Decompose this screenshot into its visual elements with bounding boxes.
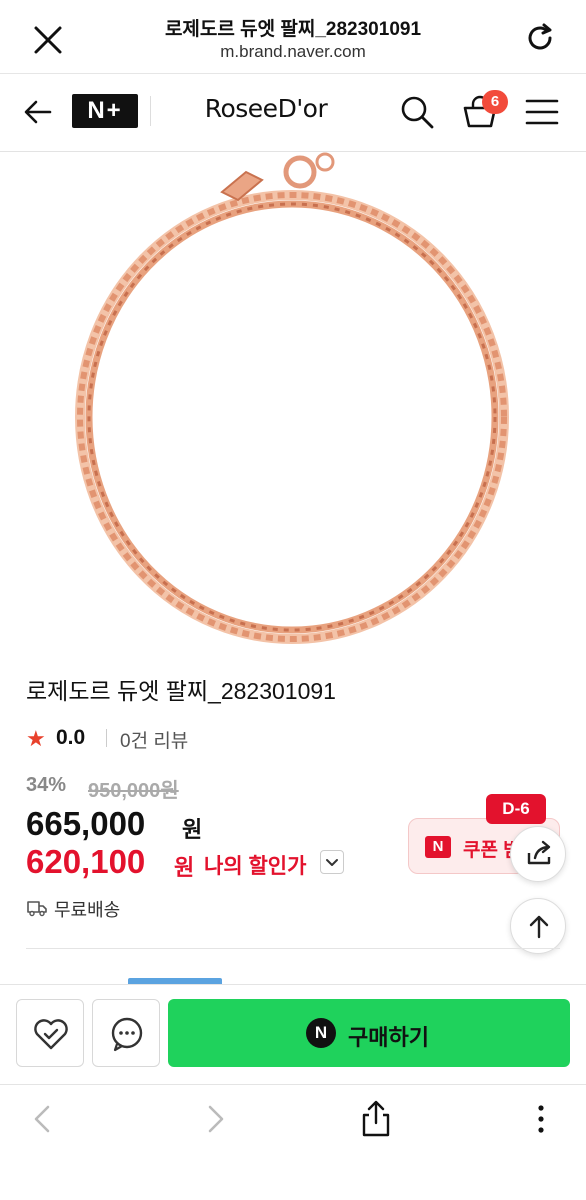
search-icon[interactable] [398, 93, 436, 131]
brand-logo[interactable]: RoseeD'or [196, 94, 336, 123]
reload-icon[interactable] [520, 18, 560, 58]
my-discount-label: 나의 할인가 [204, 855, 307, 878]
star-icon: ★ [26, 726, 46, 751]
naver-n-icon: N [425, 836, 451, 858]
buy-button-label: 구매하기 [348, 1025, 429, 1050]
chevron-down-icon[interactable] [320, 850, 344, 874]
browser-forward-icon[interactable] [196, 1101, 232, 1137]
menu-icon[interactable] [524, 96, 560, 128]
back-arrow-icon[interactable] [20, 94, 56, 130]
review-count-link[interactable]: 0건 리뷰 [120, 726, 188, 753]
browser-back-icon[interactable] [26, 1101, 62, 1137]
sale-price-unit: 원 [182, 817, 203, 842]
my-discount-price-unit: 원 [174, 855, 195, 880]
browser-bottom-toolbar [0, 1084, 586, 1200]
browser-top-bar: 로제도르 듀엣 팔찌_282301091 m.brand.naver.com [0, 0, 586, 74]
nplus-logo[interactable]: N+ [72, 94, 138, 128]
chat-bubble-icon [111, 1017, 143, 1052]
share-icon [527, 840, 551, 865]
share-button[interactable] [510, 826, 566, 882]
browser-share-icon[interactable] [356, 1099, 396, 1139]
discount-percent: 34% [26, 774, 67, 796]
purchase-bar: N 구매하기 [0, 984, 586, 1084]
product-title: 로제도르 듀엣 팔찌_282301091 [26, 678, 336, 704]
dday-badge: D-6 [486, 794, 546, 824]
rating-value: 0.0 [56, 726, 86, 749]
section-divider [26, 948, 560, 949]
page-title: 로제도르 듀엣 팔찌_282301091 [164, 19, 422, 40]
header-divider [150, 96, 151, 126]
my-discount-price: 620,100 [26, 843, 146, 880]
page-url[interactable]: m.brand.naver.com [80, 42, 506, 62]
talk-talk-button[interactable] [92, 999, 160, 1067]
arrow-up-icon [529, 915, 549, 939]
product-image[interactable] [0, 152, 586, 652]
sale-price: 665,000 [26, 805, 146, 842]
original-price: 950,000원 [88, 780, 179, 802]
close-icon[interactable] [28, 20, 68, 60]
rating-divider [106, 729, 107, 747]
scroll-top-button[interactable] [510, 898, 566, 954]
buy-button[interactable]: N 구매하기 [168, 999, 570, 1067]
truck-icon [26, 898, 48, 918]
wishlist-button[interactable] [16, 999, 84, 1067]
heart-check-icon [34, 1019, 68, 1050]
more-options-icon[interactable] [526, 1101, 556, 1137]
shipping-info: 무료배송 [54, 900, 121, 920]
cart-count-badge: 6 [482, 90, 508, 114]
naver-n-icon: N [306, 1018, 336, 1048]
